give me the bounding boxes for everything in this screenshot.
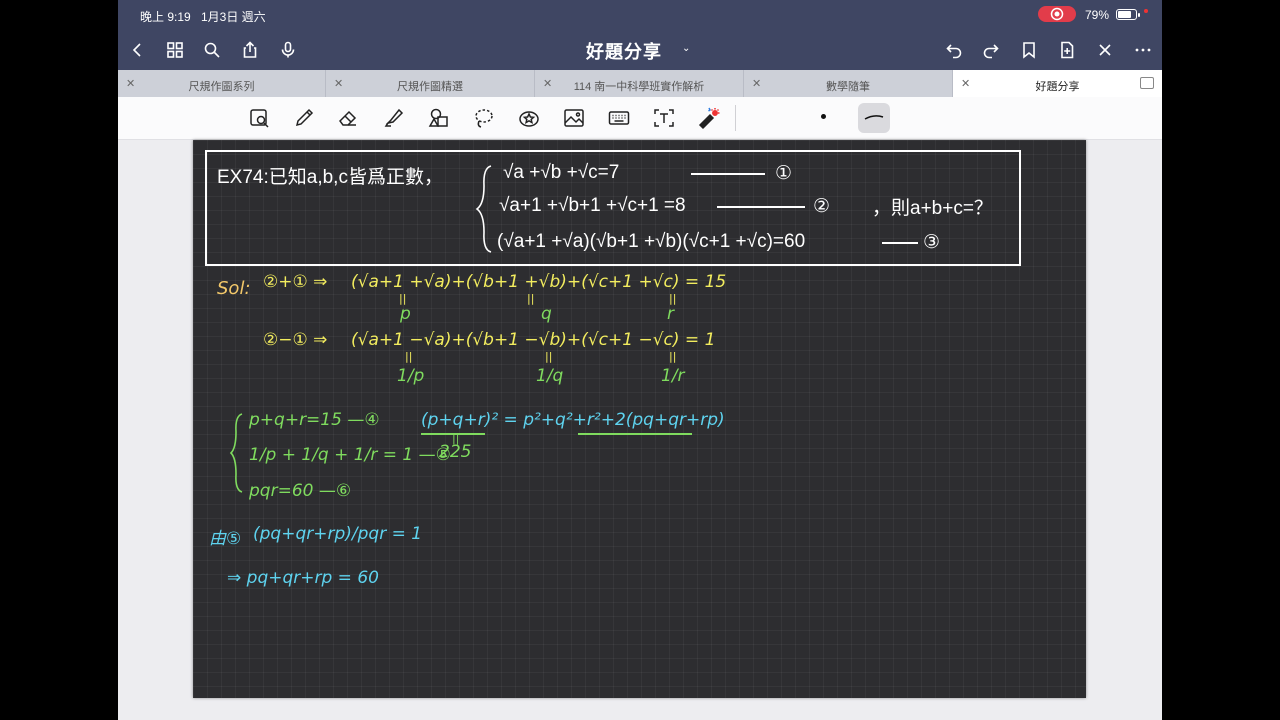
sub-r: r — [667, 304, 674, 324]
shapes-icon[interactable] — [426, 105, 452, 131]
status-bar: 晚上 9:19 1月3日 週六 79% — [118, 0, 1162, 30]
sub-1-over-q: 1/q — [536, 366, 564, 386]
redo-icon[interactable] — [978, 37, 1004, 63]
battery-icon — [1116, 9, 1140, 20]
back-icon[interactable] — [124, 37, 150, 63]
from-eq5-label: 由⑤ — [209, 529, 242, 549]
pen-icon[interactable] — [291, 105, 317, 131]
eq1-mark: ① — [775, 163, 793, 184]
from-eq5-expression: (pq+qr+rp)/pqr = 1 — [253, 524, 423, 544]
eq2-line — [717, 206, 805, 208]
laser-pointer-icon[interactable] — [696, 105, 722, 131]
status-date: 1月3日 週六 — [201, 10, 266, 24]
eraser-icon[interactable] — [335, 105, 361, 131]
line1-expression: (√a+1 +√a)+(√b+1 +√b)+(√c+1 +√c) = 15 — [351, 272, 727, 292]
tab-label: 114 南一中科學班實作解析 — [573, 81, 705, 93]
mic-icon[interactable] — [275, 37, 301, 63]
system-brace — [475, 165, 492, 253]
tab-2[interactable]: ✕ 尺規作圖精選 — [326, 70, 535, 97]
sub-1-over-p: 1/p — [397, 366, 425, 386]
record-icon — [1050, 7, 1064, 21]
sub-p: p — [400, 304, 411, 324]
condition-eq2: √a+1 +√b+1 +√c+1 =8 — [499, 195, 686, 216]
eq1-line — [691, 173, 765, 175]
question-box: EX74:已知a,b,c皆爲正數， √a +√b +√c=7 ① √a+1 +√… — [205, 150, 1021, 266]
tab-label: 數學隨筆 — [826, 81, 870, 93]
highlighter-icon[interactable] — [381, 105, 407, 131]
image-icon[interactable] — [561, 105, 587, 131]
drawing-toolbar — [118, 97, 1162, 140]
equals-mark: || — [669, 350, 677, 363]
square-value: 225 — [439, 442, 472, 462]
sticker-icon[interactable] — [516, 105, 542, 131]
chevron-down-icon[interactable]: ⌄ — [682, 43, 690, 54]
battery-percent: 79% — [1085, 8, 1110, 22]
result-line: ⇒ pq+qr+rp = 60 — [227, 568, 379, 588]
tab-1[interactable]: ✕ 尺規作圖系列 — [118, 70, 326, 97]
stroke-style-selector[interactable] — [858, 103, 890, 133]
tab-5-active[interactable]: ✕ 好題分享 — [953, 70, 1162, 97]
search-icon[interactable] — [199, 37, 225, 63]
screen-recording-indicator[interactable] — [1038, 6, 1076, 22]
tab-label: 尺規作圖精選 — [397, 81, 463, 93]
line2-expression: (√a+1 −√a)+(√b+1 −√b)+(√c+1 −√c) = 1 — [351, 330, 716, 350]
eq3-line — [882, 242, 918, 244]
text-icon[interactable] — [651, 105, 677, 131]
eq3-mark: ③ — [923, 232, 941, 253]
sol-label: Sol: — [217, 278, 251, 299]
split-view-icon[interactable] — [1140, 77, 1154, 89]
tab-label: 好題分享 — [1035, 81, 1080, 93]
equals-mark: || — [405, 350, 413, 363]
more-icon[interactable] — [1130, 37, 1156, 63]
tab-3[interactable]: ✕ 114 南一中科學班實作解析 — [535, 70, 744, 97]
equals-mark: || — [545, 350, 553, 363]
sub-1-over-r: 1/r — [661, 366, 685, 386]
sum-underline — [578, 433, 692, 435]
grid-icon[interactable] — [162, 37, 188, 63]
system-eq6: pqr=60 —⑥ — [249, 481, 352, 501]
note-page[interactable]: EX74:已知a,b,c皆爲正數， √a +√b +√c=7 ① √a+1 +√… — [193, 140, 1086, 698]
equals-mark: || — [527, 292, 535, 305]
undo-icon[interactable] — [941, 37, 967, 63]
system-brace-handwritten — [229, 413, 243, 493]
sub-q: q — [541, 304, 552, 324]
close-icon[interactable] — [1092, 37, 1118, 63]
system-eq4: p+q+r=15 —④ — [249, 410, 380, 430]
bookmark-icon[interactable] — [1016, 37, 1042, 63]
lasso-icon[interactable] — [471, 105, 497, 131]
tab-label: 尺規作圖系列 — [188, 81, 255, 93]
goodnotes-screen: 晚上 9:19 1月3日 週六 79% 好題分享 ⌄ ✕ 尺規作圖系列 ✕ 尺規… — [118, 0, 1162, 720]
condition-eq3: (√a+1 +√a)(√b+1 +√b)(√c+1 +√c)=60 — [497, 231, 806, 252]
nav-bar: 好題分享 ⌄ — [118, 30, 1162, 70]
status-time: 晚上 9:19 — [140, 10, 191, 24]
share-icon[interactable] — [237, 37, 263, 63]
condition-eq1: √a +√b +√c=7 — [503, 162, 620, 183]
tab-bar: ✕ 尺規作圖系列 ✕ 尺規作圖精選 ✕ 114 南一中科學班實作解析 ✕ 數學隨… — [118, 70, 1162, 97]
toolbar-separator — [735, 105, 736, 131]
pen-thickness-dot[interactable] — [821, 114, 826, 119]
document-title[interactable]: 好題分享 — [586, 38, 662, 64]
question-prefix: EX74:已知a,b,c皆爲正數， — [217, 167, 443, 188]
question-ask: ，則a+b+c=？ — [872, 198, 993, 219]
line1-operation: ②+① ⇒ — [263, 272, 328, 292]
stroke-curve-icon — [864, 115, 884, 120]
lasso-zoom-icon[interactable] — [247, 105, 273, 131]
system-eq5: 1/p + 1/q + 1/r = 1 —⑤ — [249, 445, 451, 465]
mic-in-use-indicator — [1144, 9, 1148, 13]
line2-operation: ②−① ⇒ — [263, 330, 328, 350]
square-identity: (p+q+r)² = p²+q²+r²+2(pq+qr+rp) — [421, 410, 725, 430]
tab-4[interactable]: ✕ 數學隨筆 — [744, 70, 953, 97]
add-page-icon[interactable] — [1054, 37, 1080, 63]
eq2-mark: ② — [813, 196, 831, 217]
keyboard-icon[interactable] — [606, 105, 632, 131]
